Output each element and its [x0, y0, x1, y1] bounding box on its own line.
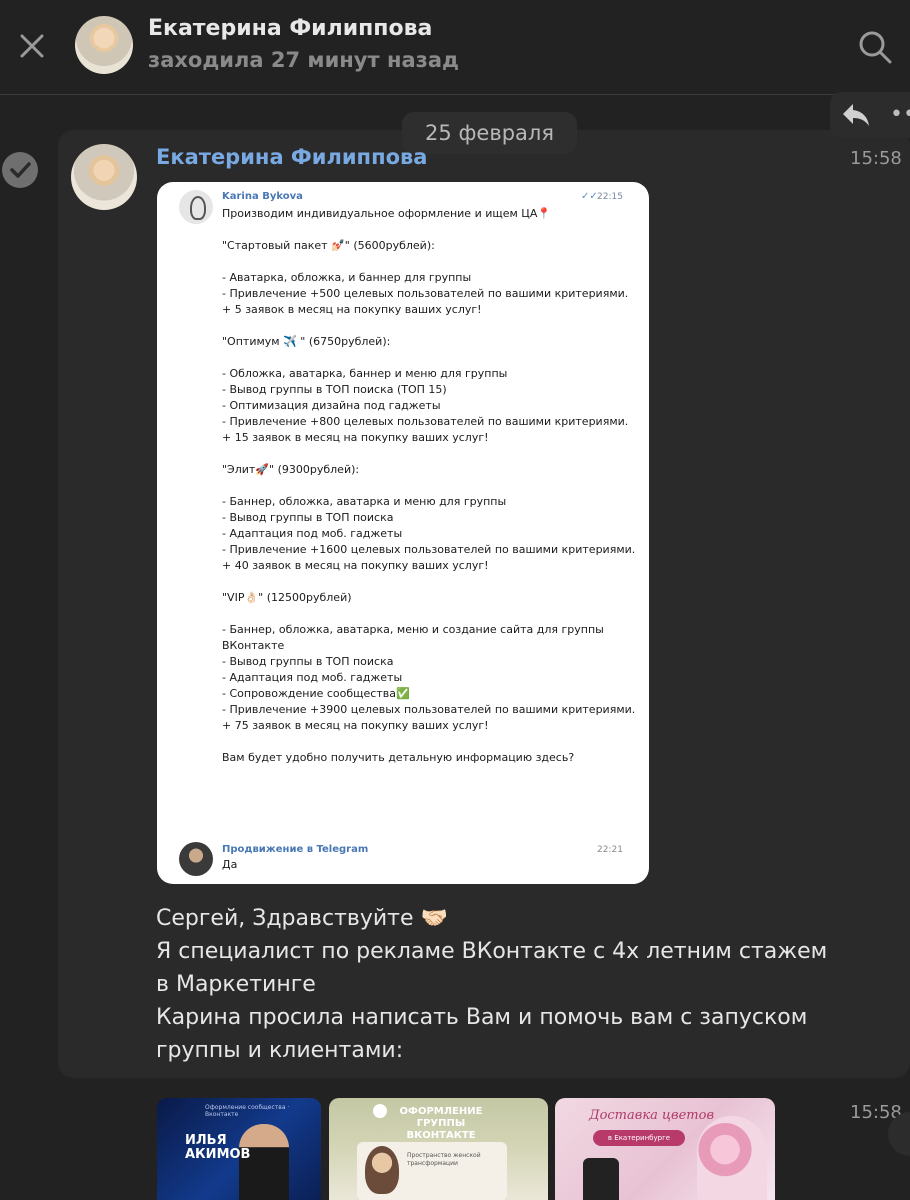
message-text: Сергей, Здравствуйте 🤝🏻 Я специалист по … [156, 902, 846, 1067]
screenshot-reply-text: Да [222, 858, 238, 871]
header-avatar[interactable] [75, 16, 133, 74]
message-line: в Маркетинге [156, 972, 316, 997]
date-separator: 25 февраля [402, 112, 577, 154]
screenshot-sender-name: Karina Bykova [222, 191, 303, 202]
thumb2-title: ОФОРМЛЕНИЕ ГРУППЫ ВКОНТАКТЕ [399, 1106, 483, 1141]
contact-status: заходила 27 минут назад [148, 48, 459, 72]
reply-icon[interactable] [840, 100, 872, 130]
thumb2-icon [373, 1104, 387, 1118]
thumb1-caption: Оформление сообщества · Вконтакте [205, 1104, 290, 1118]
contact-name[interactable]: Екатерина Филиппова [148, 16, 432, 41]
screenshot-time: 22:15 [597, 192, 623, 202]
message-avatar[interactable] [71, 144, 137, 210]
read-ticks-icon: ✓✓ [581, 191, 598, 202]
check-icon[interactable] [2, 152, 38, 188]
screenshot-message-body: Производим индивидуальное оформление и и… [222, 207, 636, 764]
close-icon[interactable] [14, 28, 50, 64]
message-line: группы и клиентами: [156, 1038, 404, 1063]
message-actions: ••• [830, 92, 910, 138]
message-author[interactable]: Екатерина Филиппова [156, 145, 427, 169]
thumb1-title: ИЛЬЯ АКИМОВ [185, 1133, 251, 1162]
thumb2-caption: Пространство женской трансформации [407, 1152, 481, 1167]
attachment-image-1[interactable]: Оформление сообщества · Вконтакте ИЛЬЯ А… [157, 1098, 321, 1200]
more-icon[interactable]: ••• [890, 100, 910, 130]
attached-screenshot[interactable]: Karina Bykova ✓✓ 22:15 Производим индиви… [157, 182, 649, 884]
message-line: Сергей, Здравствуйте 🤝🏻 [156, 906, 448, 931]
message-line: Я специалист по рекламе ВКонтакте с 4х л… [156, 939, 828, 964]
message-line: Карина просила написать Вам и помочь вам… [156, 1005, 808, 1030]
screenshot-reply-sender: Продвижение в Telegram [222, 844, 369, 855]
attachment-image-3[interactable]: Доставка цветов в Екатеринбурге [555, 1098, 775, 1200]
chat-header: Екатерина Филиппова заходила 27 минут на… [0, 0, 910, 95]
message-time: 15:58 [850, 148, 902, 169]
search-icon[interactable] [856, 28, 894, 66]
screenshot-reply-time: 22:21 [597, 845, 623, 855]
screenshot-reply-avatar [179, 842, 213, 876]
thumb3-pill: в Екатеринбурге [593, 1130, 685, 1146]
attachment-image-2[interactable]: ОФОРМЛЕНИЕ ГРУППЫ ВКОНТАКТЕ Пространство… [329, 1098, 548, 1200]
thumb3-phone [583, 1158, 619, 1200]
thumb3-title: Доставка цветов [589, 1108, 715, 1123]
thumb2-portrait [365, 1146, 399, 1194]
screenshot-sender-avatar [179, 190, 213, 224]
thumb3-flowers [697, 1116, 767, 1200]
